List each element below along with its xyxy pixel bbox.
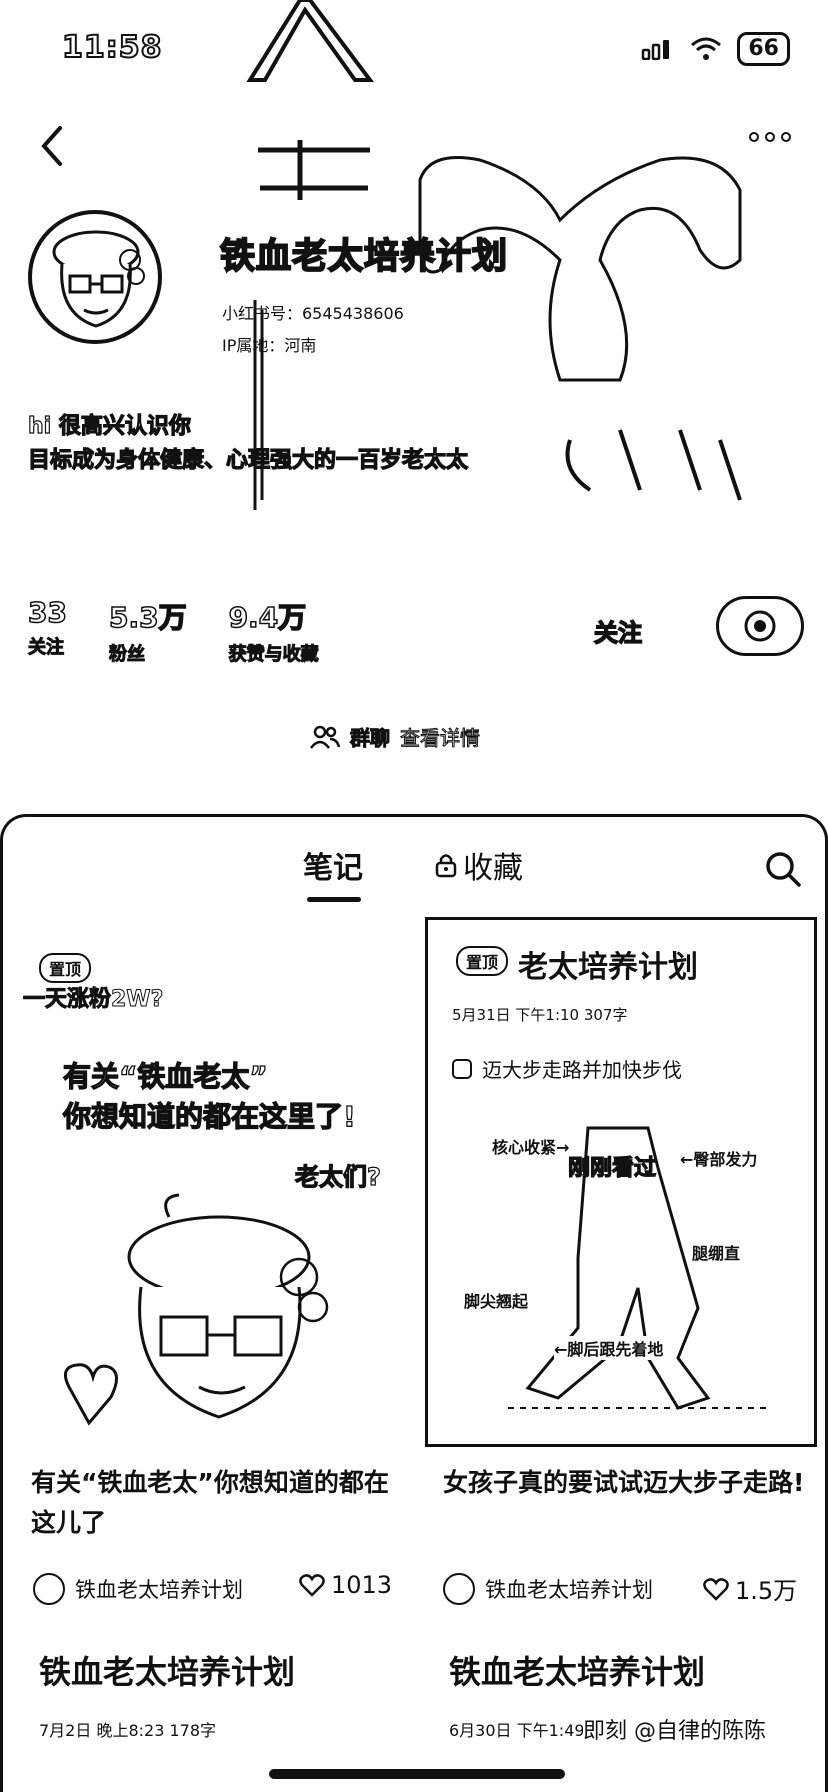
like-button[interactable]: 1013 — [299, 1571, 392, 1599]
checklist-text: 迈大步走路并加快步伐 — [482, 1058, 682, 1082]
avatar-illustration — [52, 230, 145, 328]
pinned-badge: 置顶 — [39, 953, 92, 983]
illustration-label: 腿绷直 — [692, 1240, 741, 1264]
note-title[interactable]: 女孩子真的要试试迈大步子走路! — [443, 1463, 813, 1503]
stat-number: 33 — [27, 595, 67, 630]
group-chat-label: 群聊 — [350, 726, 391, 751]
illustration-label: ←脚后跟先着地 — [554, 1336, 664, 1360]
note-card-title[interactable]: 铁血老太培养计划 — [449, 1647, 705, 1693]
author-name: 铁血老太培养计划 — [485, 1578, 653, 1602]
author-avatar — [443, 1573, 475, 1605]
illustration-label: 脚尖翘起 — [464, 1288, 529, 1312]
cover-meta: 5月31日 下午1:10 307字 — [452, 1006, 628, 1024]
stat-number: 9.4万 — [228, 600, 307, 635]
signal-icon — [642, 40, 670, 60]
note-author[interactable]: 铁血老太培养计划 — [33, 1573, 243, 1605]
profile-name: 铁血老太培养计划 — [219, 236, 509, 278]
status-icons: 66 — [641, 32, 790, 66]
wifi-icon — [691, 37, 722, 60]
cover-title: 老太培养计划 — [518, 950, 698, 985]
stat-label: 关注 — [28, 637, 65, 659]
group-chat-detail: 查看详情 — [400, 726, 481, 751]
search-icon[interactable] — [763, 849, 803, 889]
more-dot-icon — [781, 132, 791, 142]
note-author[interactable]: 铁血老太培养计划 — [443, 1573, 653, 1605]
profile-bio: hi 很高兴认识你 目标成为身体健康、心理强大的一百岁老太太 — [27, 410, 469, 478]
profile-ip-location: IP属地：河南 — [222, 336, 317, 355]
recently-viewed-tag: 刚刚看过 — [567, 1155, 657, 1181]
message-button[interactable] — [716, 596, 804, 656]
tab-active-indicator — [307, 897, 361, 902]
back-icon[interactable] — [30, 118, 74, 174]
note-card-meta: 7月2日 晚上8:23 178字 — [39, 1721, 217, 1740]
content-sheet: 笔记 收藏 置顶 一天涨粉2W? 有关“铁血老太” 你想知道的都在这里了! 老太… — [0, 814, 828, 1792]
cover-overlay-text: 一天涨粉2W? — [22, 987, 164, 1013]
tab-bar: 笔记 收藏 — [3, 843, 828, 903]
stat-number: 5.3万 — [108, 600, 187, 635]
chat-icon — [744, 610, 776, 642]
group-chat-link[interactable]: 群聊 查看详情 — [310, 722, 481, 751]
checkbox-icon — [452, 1058, 472, 1079]
profile-id: 小红书号：6545438606 — [222, 304, 404, 323]
stat-likes-favorites[interactable]: 9.4万 获赞与收藏 — [228, 596, 319, 666]
tab-favorites-label: 收藏 — [463, 851, 523, 886]
like-count: 1013 — [331, 1571, 393, 1599]
watermark: 即刻 @自律的陈陈 — [583, 1713, 766, 1745]
tab-notes[interactable]: 笔记 — [303, 843, 363, 887]
cover-heading-line: 有关“铁血老太” — [62, 1059, 268, 1093]
pinned-badge: 置顶 — [456, 946, 509, 976]
lock-icon — [435, 854, 457, 878]
stat-following[interactable]: 33 关注 — [27, 595, 67, 666]
follow-button[interactable]: 关注 — [558, 608, 678, 652]
more-dot-icon — [749, 132, 759, 142]
author-name: 铁血老太培养计划 — [75, 1578, 243, 1602]
profile-stats: 33 关注 5.3万 粉丝 9.4万 获赞与收藏 — [27, 595, 319, 666]
more-dot-icon — [765, 132, 775, 142]
status-bar: 11:58 66 — [0, 0, 828, 100]
cover-heading-line: 你想知道的都在这里了! — [62, 1099, 356, 1133]
illustration-label: ←臀部发力 — [680, 1146, 758, 1170]
group-icon — [310, 725, 340, 749]
bio-line: 目标成为身体健康、心理强大的一百岁老太太 — [27, 447, 469, 473]
stat-followers[interactable]: 5.3万 粉丝 — [108, 596, 187, 666]
note-card-cover[interactable]: 置顶 一天涨粉2W? 有关“铁血老太” 你想知道的都在这里了! 老太们? — [19, 917, 409, 1447]
tab-favorites[interactable]: 收藏 — [435, 843, 523, 887]
battery-indicator: 66 — [737, 32, 790, 66]
like-button[interactable]: 1.5万 — [703, 1571, 797, 1606]
note-card-title[interactable]: 铁血老太培养计划 — [39, 1647, 295, 1693]
note-card-cover[interactable]: 置顶 老太培养计划 5月31日 下午1:10 307字 迈大步走路并加快步伐 核… — [425, 917, 817, 1447]
cover-checklist-item: 迈大步走路并加快步伐 — [452, 1054, 682, 1083]
like-count: 1.5万 — [735, 1577, 798, 1605]
grandma-illustration — [63, 1193, 329, 1426]
bio-line: hi 很高兴认识你 — [27, 413, 191, 439]
more-options-button[interactable] — [742, 122, 798, 152]
cover-heading: 有关“铁血老太” 你想知道的都在这里了! — [62, 1057, 356, 1137]
heart-icon — [299, 1574, 325, 1597]
home-indicator[interactable] — [269, 1769, 565, 1779]
stat-label: 获赞与收藏 — [228, 644, 319, 666]
status-time: 11:58 — [61, 29, 163, 66]
profile-avatar[interactable] — [28, 210, 162, 344]
author-avatar — [33, 1573, 65, 1605]
stat-label: 粉丝 — [108, 644, 145, 666]
heart-icon — [703, 1577, 729, 1601]
illustration-label: 核心收紧→ — [492, 1134, 570, 1158]
note-title[interactable]: 有关“铁血老太”你想知道的都在这儿了 — [31, 1463, 401, 1543]
